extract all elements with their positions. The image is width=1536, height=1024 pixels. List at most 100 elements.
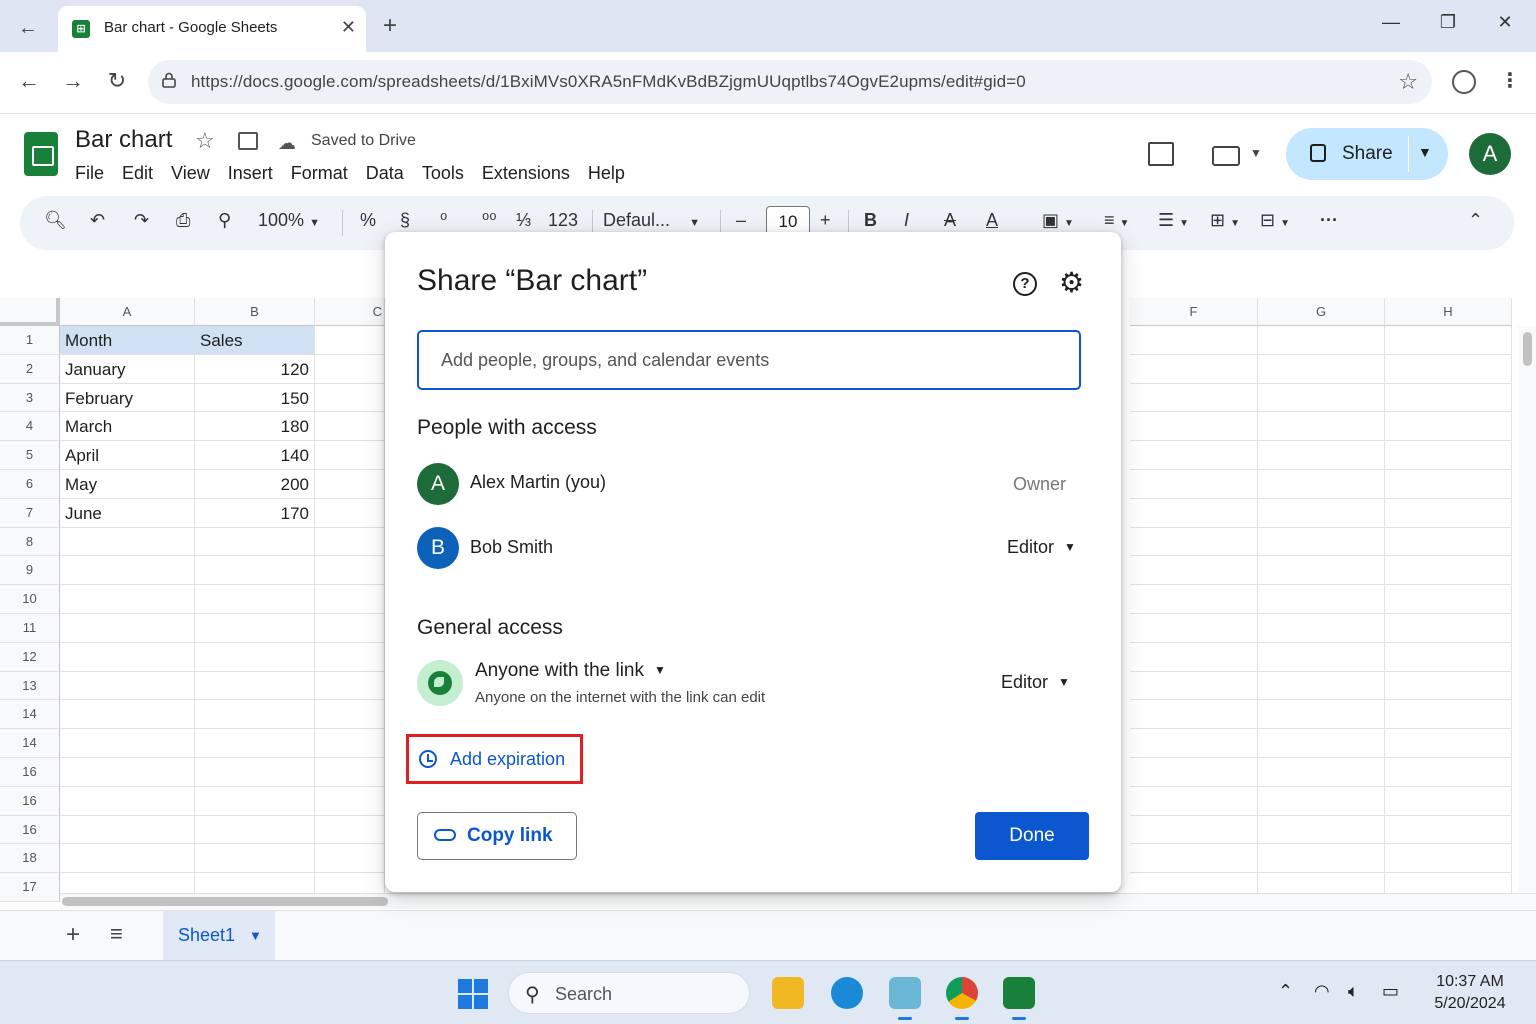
column-header-b[interactable]: B (195, 298, 315, 326)
menu-help[interactable]: Help (588, 163, 625, 184)
cell[interactable] (1130, 326, 1258, 355)
menu-data[interactable]: Data (366, 163, 404, 184)
account-avatar[interactable]: A (1469, 133, 1511, 175)
windows-start-icon[interactable] (458, 979, 488, 1009)
row-header[interactable]: 6 (0, 470, 60, 499)
cell[interactable] (315, 729, 385, 758)
tab-close-icon[interactable]: ✕ (341, 17, 356, 38)
cell[interactable] (1130, 614, 1258, 643)
row-header[interactable]: 16 (0, 815, 60, 845)
bold-button[interactable]: B (864, 210, 877, 231)
cell[interactable] (315, 671, 385, 701)
header-cell[interactable]: Sales (195, 326, 315, 355)
cell[interactable] (195, 642, 315, 672)
strikethrough-button[interactable]: A (944, 210, 956, 231)
cell[interactable] (60, 556, 195, 586)
column-header-g[interactable]: G (1258, 298, 1385, 326)
horizontal-scrollbar[interactable] (60, 893, 1536, 909)
cell[interactable] (60, 527, 195, 557)
collapse-toolbar-icon[interactable]: ⌃ (1468, 210, 1483, 231)
reload-icon[interactable]: ↻ (103, 68, 131, 94)
row-header[interactable]: 16 (0, 786, 60, 816)
cell[interactable]: April (60, 441, 195, 470)
zoom-select[interactable]: 100% ▼ (258, 210, 320, 231)
cell[interactable] (1130, 556, 1258, 586)
header-cell[interactable]: Month (60, 326, 195, 355)
row-header[interactable]: 3 (0, 383, 60, 413)
cell[interactable] (195, 758, 315, 787)
cell[interactable] (1130, 441, 1258, 470)
cell[interactable] (60, 844, 195, 874)
cell[interactable] (195, 585, 315, 614)
cell[interactable]: 170 (195, 498, 315, 528)
cell[interactable] (1385, 614, 1512, 643)
row-header[interactable]: 9 (0, 556, 60, 586)
cell[interactable] (1258, 412, 1385, 442)
increase-font-button[interactable]: + (820, 210, 831, 231)
cell[interactable] (1258, 326, 1385, 355)
cell[interactable] (195, 614, 315, 643)
share-dropdown-icon[interactable]: ▼ (1418, 144, 1432, 160)
cell[interactable] (1130, 642, 1258, 672)
cell[interactable] (195, 700, 315, 730)
currency-icon[interactable]: § (400, 210, 410, 231)
cell[interactable] (1258, 614, 1385, 643)
cell[interactable] (1130, 498, 1258, 528)
cell[interactable] (1385, 498, 1512, 528)
borders-icon[interactable]: ⊞ ▼ (1210, 210, 1240, 231)
move-icon[interactable] (238, 132, 258, 150)
cell[interactable] (60, 700, 195, 730)
cell[interactable]: 140 (195, 441, 315, 470)
cell[interactable] (195, 527, 315, 557)
cell[interactable] (1130, 758, 1258, 787)
copy-link-button[interactable]: Copy link (417, 812, 577, 860)
cell[interactable] (1385, 585, 1512, 614)
scroll-thumb[interactable] (1523, 332, 1532, 366)
row-header[interactable]: 7 (0, 498, 60, 528)
row-header[interactable]: 5 (0, 441, 60, 470)
cell[interactable] (1385, 354, 1512, 384)
fill-color-icon[interactable]: ▣ ▼ (1042, 210, 1074, 231)
line-spacing-icon[interactable]: ☰ ▼ (1158, 210, 1189, 231)
menu-edit[interactable]: Edit (122, 163, 153, 184)
cell[interactable] (60, 642, 195, 672)
photos-icon[interactable] (889, 977, 921, 1009)
cell[interactable] (1258, 786, 1385, 816)
cell[interactable]: 180 (195, 412, 315, 442)
back-icon[interactable]: ← (15, 68, 43, 94)
cell[interactable] (315, 354, 385, 384)
cell[interactable] (195, 671, 315, 701)
row-header[interactable]: 14 (0, 700, 60, 730)
sheets-app-icon[interactable] (1003, 977, 1035, 1009)
more-icon[interactable]: ··· (1320, 210, 1338, 231)
cell[interactable] (315, 815, 385, 845)
cell[interactable] (1130, 729, 1258, 758)
access-scope-dropdown[interactable]: Anyone with the link ▼ (475, 660, 666, 682)
cell[interactable] (1258, 498, 1385, 528)
cell[interactable]: January (60, 354, 195, 384)
wifi-icon[interactable]: ◠ (1314, 981, 1330, 1002)
align-icon[interactable]: ≡ ▼ (1104, 210, 1129, 231)
cell[interactable] (315, 556, 385, 586)
italic-button[interactable]: I (904, 210, 909, 231)
browser-menu-icon[interactable]: ⋮ (1500, 68, 1520, 93)
chevron-down-icon[interactable]: ▼ (1250, 146, 1262, 160)
cell[interactable] (315, 614, 385, 643)
cell[interactable] (195, 729, 315, 758)
cell[interactable] (1130, 527, 1258, 557)
row-header[interactable]: 14 (0, 729, 60, 758)
tab-back-arrow-icon[interactable]: ← (14, 14, 42, 42)
add-people-input[interactable] (417, 330, 1081, 390)
cell[interactable] (1385, 383, 1512, 413)
row-header[interactable]: 2 (0, 354, 60, 384)
column-header-a[interactable]: A (60, 298, 195, 326)
row-header[interactable]: 12 (0, 642, 60, 672)
vertical-scrollbar[interactable] (1518, 326, 1536, 892)
cell[interactable] (60, 614, 195, 643)
meet-video-icon[interactable] (1212, 146, 1240, 166)
system-clock[interactable]: 10:37 AM 5/20/2024 (1420, 971, 1520, 1015)
redo-icon[interactable]: ↷ (134, 210, 149, 231)
font-select[interactable]: Defaul... ▼ (603, 210, 700, 231)
cell[interactable] (60, 585, 195, 614)
row-header[interactable]: 1 (0, 326, 60, 355)
